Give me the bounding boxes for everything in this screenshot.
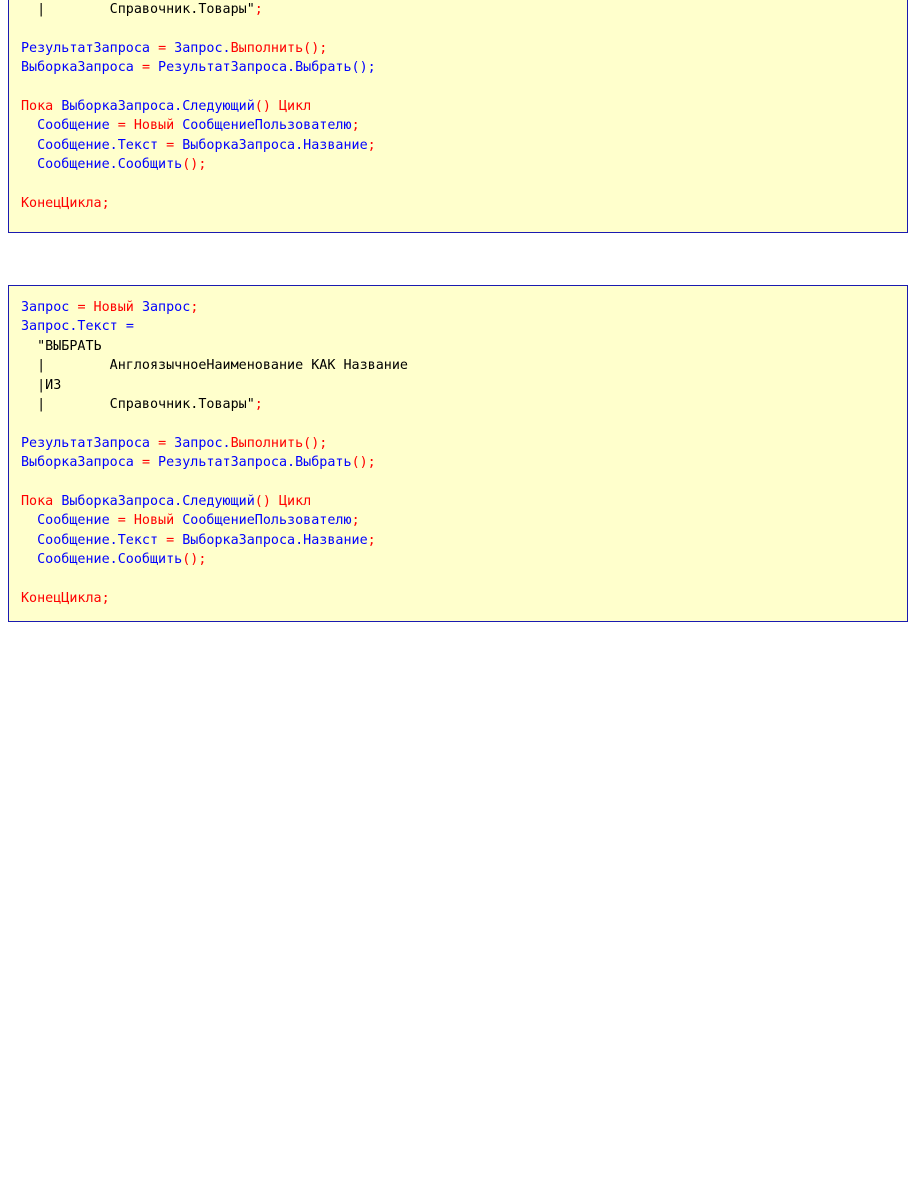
code-token: () Цикл [254,493,312,509]
code-line: Сообщение.Сообщить(); [21,155,376,174]
code-line: РезультатЗапроса = Запрос.Выполнить(); [21,434,408,453]
code-token: = [166,532,175,548]
code-line: КонецЦикла; [21,589,408,608]
code-block-1: | Справочник.Товары"; РезультатЗапроса = … [8,0,908,233]
code-token: ВыборкаЗапроса.Следующий [61,493,255,509]
code-token: ВыборкаЗапроса.Следующий [61,98,255,114]
code-token: Выполнить(); [230,40,328,56]
code-token: (); [351,455,376,471]
code-line: | Справочник.Товары"; [21,0,376,19]
code-token: ; [351,513,360,529]
code-token: РезультатЗапроса [21,40,159,56]
code-token: | Справочник.Товары" [21,396,255,412]
code-token: Новый [85,300,142,315]
code-token: СообщениеПользователю [182,513,352,529]
code-token: = [158,40,167,56]
code-token: Запрос.Текст [21,319,126,335]
code-token: = [141,60,150,76]
code-token: | АнглоязычноеНаименование КАК Название [21,358,408,374]
code-token: ; [351,118,360,134]
code-token: РезультатЗапроса. [150,455,296,471]
code-line: ВыборкаЗапроса = РезультатЗапроса.Выбрат… [21,453,408,472]
code-listing: Запрос = Новый Запрос; Запрос.Текст = "ВЫ… [21,298,408,608]
code-token: Запрос [21,300,78,315]
code-token: Новый [125,513,183,529]
code-line: Сообщение.Сообщить(); [21,550,408,569]
code-token: ВыборкаЗапроса [21,455,142,471]
code-line: РезультатЗапроса = Запрос.Выполнить(); [21,39,376,58]
code-token: = [117,513,126,529]
code-token: = [166,137,175,153]
code-token: Сообщение.Текст [21,137,167,153]
code-line: Сообщение.Текст = ВыборкаЗапроса.Названи… [21,531,408,550]
code-token: Запрос [141,300,191,315]
code-line: "ВЫБРАТЬ [21,337,408,356]
code-line: |ИЗ [21,376,408,395]
code-token: Запрос. [166,435,231,451]
code-token: СообщениеПользователю [182,118,352,134]
code-token: = [117,118,126,134]
code-line: | Справочник.Товары"; [21,395,408,414]
code-line: КонецЦикла; [21,194,376,213]
code-token: РезультатЗапроса. [150,60,296,76]
code-token: (); [182,157,207,173]
code-token: ; [190,300,199,315]
code-token: () Цикл [254,98,312,114]
code-token: ; [254,2,263,17]
code-token: Новый [125,118,183,134]
code-token: = [141,455,150,471]
code-token: ; [254,396,263,412]
code-token: = [77,300,86,315]
code-token: ВыборкаЗапроса.Название [174,532,368,548]
code-token: = [125,319,134,335]
code-token: ; [367,137,376,153]
code-token: Сообщение [21,513,118,529]
code-line: Запрос = Новый Запрос; [21,298,408,317]
code-line: Пока ВыборкаЗапроса.Следующий() Цикл [21,492,408,511]
code-line: | АнглоязычноеНаименование КАК Название [21,356,408,375]
code-token: КонецЦикла; [21,590,110,606]
code-token: Пока [21,98,62,114]
code-token: Выбрать [295,455,352,471]
code-line: Сообщение = Новый СообщениеПользователю; [21,116,376,135]
code-token: "ВЫБРАТЬ [21,338,102,354]
code-token: Сообщение.Текст [21,532,167,548]
code-token: РезультатЗапроса [21,435,159,451]
code-listing: | Справочник.Товары"; РезультатЗапроса = … [21,0,376,213]
code-token: = [158,435,167,451]
code-token: ВыборкаЗапроса.Название [174,137,368,153]
code-line: Запрос.Текст = [21,317,408,336]
code-token: Пока [21,493,62,509]
code-line: Пока ВыборкаЗапроса.Следующий() Цикл [21,97,376,116]
code-line: Сообщение = Новый СообщениеПользователю; [21,511,408,530]
code-line: ВыборкаЗапроса = РезультатЗапроса.Выбрат… [21,58,376,77]
code-block-2: Запрос = Новый Запрос; Запрос.Текст = "ВЫ… [8,285,908,622]
code-token: |ИЗ [21,377,62,393]
code-line: Сообщение.Текст = ВыборкаЗапроса.Названи… [21,136,376,155]
code-token: (); [182,552,207,568]
code-token: Сообщение.Сообщить [21,157,183,173]
code-token: ВыборкаЗапроса [21,60,142,76]
code-token: Сообщение.Сообщить [21,552,183,568]
code-token: Выбрать(); [295,60,376,76]
code-token: | Справочник.Товары" [21,2,255,17]
code-token: Выполнить(); [230,435,328,451]
code-token: Запрос. [166,40,231,56]
code-token: КонецЦикла; [21,195,110,211]
code-token: ; [367,532,376,548]
code-token: Сообщение [21,118,118,134]
